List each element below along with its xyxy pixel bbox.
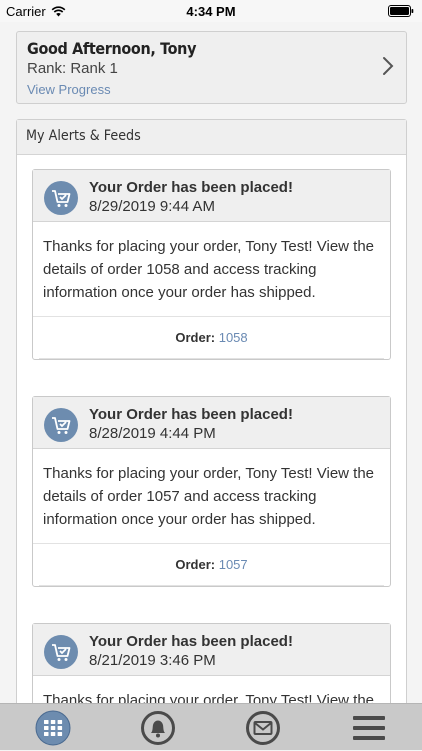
menu-icon[interactable] — [351, 710, 387, 746]
alert-footer: Order: 1058 — [33, 317, 390, 359]
feeds-header-label: My Alerts & Feeds — [26, 128, 141, 144]
tab-bar — [0, 703, 422, 750]
order-number[interactable]: 1058 — [219, 330, 248, 345]
alert-body: Thanks for placing your order, Tony Test… — [33, 222, 390, 317]
tab-alerts[interactable] — [140, 710, 176, 746]
alert-card-header: Your Order has been placed! 8/28/2019 4:… — [33, 397, 390, 449]
alerts-feeds-panel: My Alerts & Feeds Your Order has been pl… — [16, 119, 407, 703]
divider — [39, 358, 384, 359]
alert-card-header: Your Order has been placed! 8/21/2019 3:… — [33, 624, 390, 676]
alert-date: 8/28/2019 4:44 PM — [89, 425, 216, 442]
content-scroll[interactable]: Good Afternoon, Tony Rank: Rank 1 View P… — [0, 22, 422, 703]
chevron-right-icon[interactable] — [382, 56, 394, 76]
cart-check-icon — [44, 181, 78, 215]
alert-footer: Order: 1057 — [33, 544, 390, 586]
order-label: Order: — [175, 557, 216, 572]
tab-messages[interactable] — [245, 710, 281, 746]
alert-card[interactable]: Your Order has been placed! 8/29/2019 9:… — [32, 169, 391, 360]
bell-icon[interactable] — [140, 710, 176, 746]
order-link[interactable]: Order: 1057 — [33, 557, 390, 572]
alert-date: 8/21/2019 3:46 PM — [89, 652, 216, 669]
alert-title: Your Order has been placed! — [89, 406, 293, 423]
mail-icon[interactable] — [245, 710, 281, 746]
view-progress-link[interactable]: View Progress — [27, 82, 111, 97]
greeting-title: Good Afternoon, Tony — [27, 39, 197, 58]
cart-check-icon — [44, 408, 78, 442]
order-label: Order: — [175, 330, 216, 345]
alert-title: Your Order has been placed! — [89, 179, 293, 196]
tab-apps[interactable] — [35, 710, 71, 746]
battery-icon — [388, 5, 414, 17]
status-time: 4:34 PM — [186, 4, 236, 19]
order-link[interactable]: Order: 1058 — [33, 330, 390, 345]
cart-check-icon — [44, 635, 78, 669]
alert-title: Your Order has been placed! — [89, 633, 293, 650]
rank-label: Rank: Rank 1 — [27, 60, 118, 77]
alert-body: Thanks for placing your order, Tony Test… — [33, 449, 390, 544]
divider — [39, 585, 384, 586]
tab-menu[interactable] — [351, 710, 387, 746]
status-bar: Carrier 4:34 PM — [0, 0, 422, 22]
alert-card-header: Your Order has been placed! 8/29/2019 9:… — [33, 170, 390, 222]
alert-card[interactable]: Your Order has been placed! 8/28/2019 4:… — [32, 396, 391, 587]
feeds-header: My Alerts & Feeds — [17, 120, 406, 155]
alert-body: Thanks for placing your order, Tony Test… — [33, 676, 390, 703]
alert-card[interactable]: Your Order has been placed! 8/21/2019 3:… — [32, 623, 391, 703]
order-number[interactable]: 1057 — [219, 557, 248, 572]
grid-icon[interactable] — [35, 710, 71, 746]
greeting-card[interactable]: Good Afternoon, Tony Rank: Rank 1 View P… — [16, 31, 407, 104]
alert-date: 8/29/2019 9:44 AM — [89, 198, 215, 215]
